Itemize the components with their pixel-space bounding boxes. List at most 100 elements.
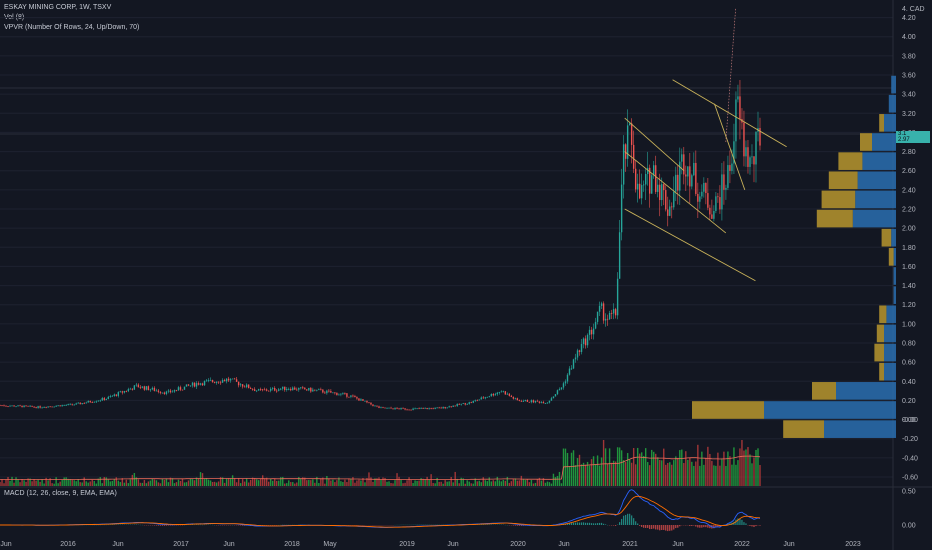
volume-bar bbox=[107, 479, 109, 486]
candle-body bbox=[496, 392, 499, 395]
volume-bar bbox=[332, 479, 334, 486]
candle-body bbox=[213, 381, 216, 383]
y-tick-label: -0.60 bbox=[902, 475, 918, 482]
candle-body bbox=[500, 391, 503, 393]
x-tick-label: Jun bbox=[672, 541, 683, 548]
candle-body bbox=[53, 406, 55, 408]
candle-body bbox=[608, 312, 611, 320]
candle-body bbox=[135, 384, 138, 386]
volume-bar bbox=[711, 460, 713, 486]
volume-bar bbox=[608, 448, 611, 486]
candle-body bbox=[141, 386, 144, 388]
volume-bar bbox=[87, 482, 89, 486]
volume-bar bbox=[358, 479, 360, 486]
volume-bar bbox=[326, 476, 328, 486]
volume-bar bbox=[630, 462, 633, 486]
candle-body bbox=[669, 206, 671, 216]
volume-bar bbox=[598, 465, 601, 486]
vpvr-down-bar bbox=[812, 382, 836, 400]
candle-body bbox=[199, 383, 202, 385]
price-tag-line-2: 2.97 bbox=[898, 137, 910, 143]
volume-bar bbox=[388, 481, 390, 486]
last-price-tag: 3.1 2.97 bbox=[896, 131, 930, 143]
candle-body bbox=[137, 384, 140, 388]
volume-bar bbox=[19, 482, 21, 486]
volume-bar bbox=[13, 482, 15, 486]
candle-body bbox=[231, 378, 234, 380]
volume-bar bbox=[394, 480, 396, 486]
candle-body bbox=[468, 402, 470, 404]
volume-bar bbox=[364, 482, 366, 486]
volume-bar bbox=[257, 480, 260, 486]
volume-bar bbox=[41, 479, 43, 486]
candle-body bbox=[55, 405, 57, 407]
volume-bar bbox=[564, 448, 567, 486]
candle-body bbox=[157, 390, 160, 392]
volume-bar bbox=[73, 480, 75, 486]
volume-bar bbox=[707, 446, 709, 486]
volume-bar bbox=[663, 448, 665, 486]
candle-body bbox=[308, 387, 310, 391]
vpvr-up-bar bbox=[893, 267, 896, 285]
vpvr-down-bar bbox=[828, 171, 858, 190]
candle-body bbox=[221, 380, 224, 383]
candle-body bbox=[474, 400, 476, 402]
vpvr-up-bar bbox=[893, 286, 896, 304]
volume-bar bbox=[647, 462, 649, 486]
candle-body bbox=[259, 389, 262, 390]
candle-body bbox=[717, 196, 719, 198]
volume-bar bbox=[55, 477, 57, 486]
volume-bar bbox=[544, 482, 547, 486]
volume-bar bbox=[622, 460, 625, 486]
volume-bar bbox=[25, 481, 27, 486]
macd-histogram-bar bbox=[637, 523, 639, 525]
candle-body bbox=[147, 386, 150, 391]
volume-bar bbox=[673, 460, 675, 486]
candle-body bbox=[528, 401, 531, 403]
candle-body bbox=[667, 209, 669, 216]
volume-bar bbox=[147, 481, 150, 486]
trendlines bbox=[624, 7, 787, 282]
candle-body bbox=[296, 389, 298, 391]
x-tick-label: 2020 bbox=[510, 541, 526, 548]
volume-bar bbox=[590, 459, 593, 486]
candle-body bbox=[508, 393, 511, 396]
volume-bar bbox=[278, 480, 280, 486]
candle-body bbox=[536, 400, 539, 402]
volume-bar bbox=[574, 465, 577, 486]
candle-body bbox=[695, 162, 697, 194]
candle-body bbox=[257, 389, 260, 391]
volume-bar bbox=[651, 449, 653, 486]
volume-bar bbox=[426, 476, 428, 486]
candle-body bbox=[494, 394, 497, 396]
candle-body bbox=[636, 183, 639, 190]
volume-bar bbox=[737, 460, 739, 486]
candle-body bbox=[420, 408, 422, 409]
volume-bar bbox=[352, 477, 354, 486]
candle-body bbox=[189, 385, 192, 387]
volume-bar bbox=[157, 482, 160, 486]
candle-body bbox=[727, 165, 729, 188]
candle-body bbox=[47, 406, 49, 408]
volume-bar bbox=[665, 464, 667, 486]
vpvr-down-bar bbox=[838, 152, 863, 170]
candle-body bbox=[276, 390, 278, 392]
candle-body bbox=[659, 184, 661, 201]
volume-bar bbox=[276, 480, 278, 486]
macd-histogram-bar bbox=[661, 525, 663, 531]
volume-bar bbox=[398, 476, 400, 486]
volume-bar bbox=[522, 478, 525, 486]
volume-bar bbox=[145, 483, 148, 486]
volume-bar bbox=[348, 478, 350, 486]
volume-bar bbox=[721, 458, 723, 486]
candle-body bbox=[657, 184, 659, 192]
volume-bar bbox=[167, 482, 170, 486]
volume-bar bbox=[614, 461, 617, 486]
volume-bar bbox=[229, 478, 232, 486]
macd-pane bbox=[0, 489, 761, 532]
candle-body bbox=[125, 391, 128, 392]
price-chart[interactable]: 4.204.003.803.603.403.203.002.802.602.40… bbox=[0, 0, 932, 550]
candle-body bbox=[484, 397, 486, 399]
vpvr-down-bar bbox=[879, 114, 884, 132]
volume-bar bbox=[15, 477, 17, 486]
